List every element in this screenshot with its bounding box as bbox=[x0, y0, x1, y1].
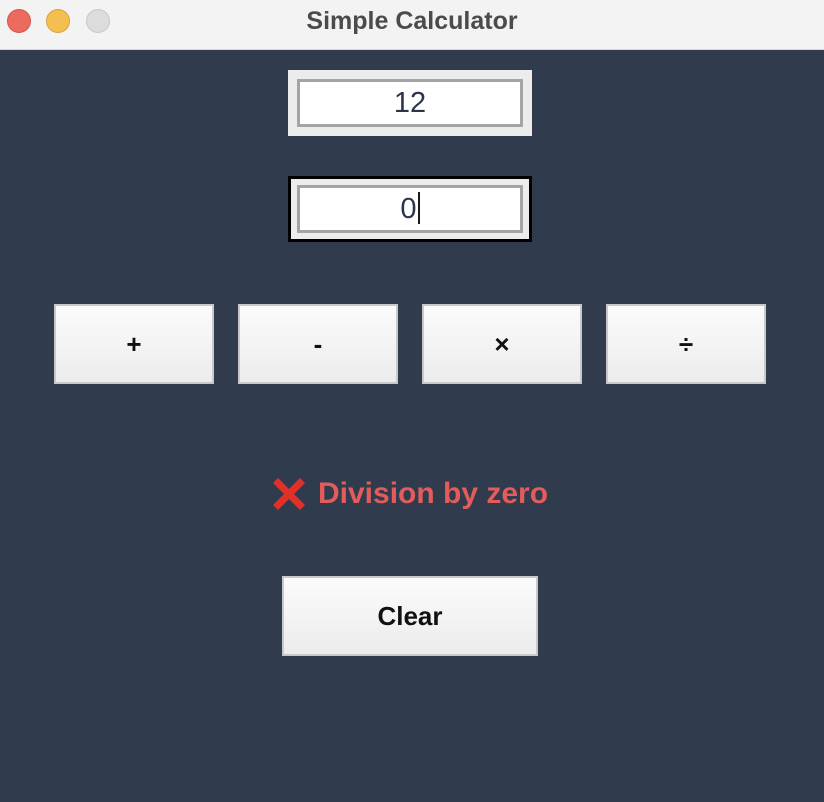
divide-button[interactable]: ÷ bbox=[606, 304, 766, 384]
multiply-button[interactable]: × bbox=[422, 304, 582, 384]
second-number-frame: 0 bbox=[288, 176, 532, 242]
second-number-value: 0 bbox=[400, 193, 417, 225]
window-title: Simple Calculator bbox=[306, 7, 518, 35]
calculator-window: Simple Calculator 12 0 + - × ÷ Division … bbox=[0, 0, 824, 802]
title-bar: Simple Calculator bbox=[0, 0, 824, 50]
first-number-frame: 12 bbox=[288, 70, 532, 136]
subtract-button[interactable]: - bbox=[238, 304, 398, 384]
status-message: Division by zero bbox=[268, 472, 548, 516]
second-number-input[interactable]: 0 bbox=[297, 185, 523, 233]
first-number-value: 12 bbox=[393, 87, 427, 119]
add-button[interactable]: + bbox=[54, 304, 214, 384]
text-cursor bbox=[417, 192, 420, 225]
clear-button[interactable]: Clear bbox=[282, 576, 538, 656]
status-text: Division by zero bbox=[318, 477, 549, 510]
first-number-input[interactable]: 12 bbox=[297, 79, 523, 127]
cross-mark-icon bbox=[273, 478, 305, 510]
